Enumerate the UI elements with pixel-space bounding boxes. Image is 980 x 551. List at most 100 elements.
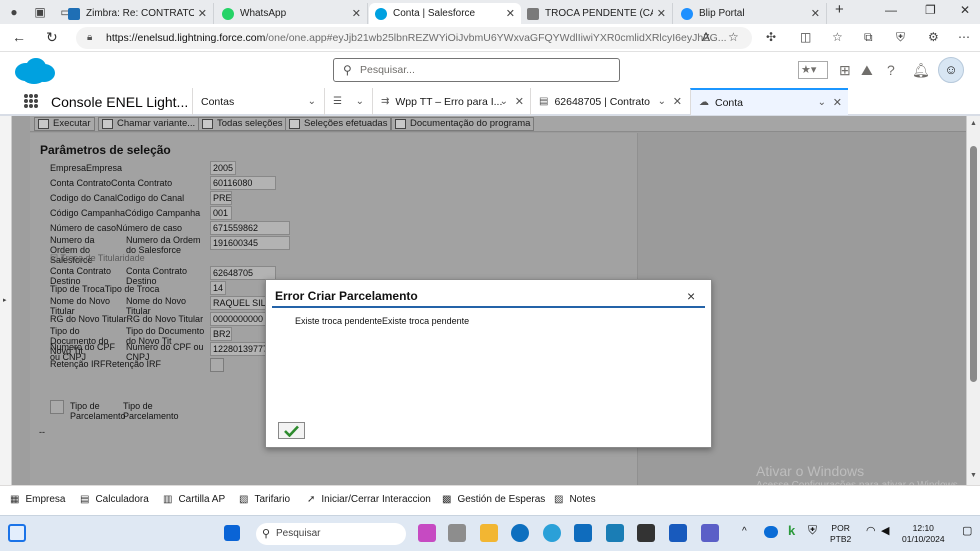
close-icon[interactable]: ✕ [673, 95, 682, 108]
collections-icon[interactable]: ⧉ [864, 30, 873, 45]
field-value-codigo-campanha[interactable]: 001 [210, 206, 232, 220]
todas-selecoes-button[interactable]: Todas seleções [198, 117, 287, 131]
selecoes-efetuadas-button[interactable]: Seleções efetuadas [285, 117, 392, 131]
global-search-input[interactable]: ⚲ Pesquisar... [333, 58, 620, 82]
field-value-numero-ordem[interactable]: 191600345 [210, 236, 290, 250]
chevron-down-icon[interactable]: ⌄ [308, 96, 316, 107]
close-icon[interactable]: ✕ [515, 95, 524, 108]
app-icon[interactable] [448, 524, 466, 542]
browser-tab-blip[interactable]: Blip Portal ✕ [675, 3, 827, 24]
utility-cartilla-ap[interactable]: ▥ Cartilla AP [163, 494, 225, 505]
close-icon[interactable]: ✕ [506, 7, 515, 20]
widgets-icon[interactable] [8, 524, 26, 542]
close-icon[interactable]: ✕ [657, 7, 666, 20]
field-value-tipo-documento[interactable]: BR2 [210, 327, 232, 341]
copilot-icon[interactable] [418, 524, 436, 542]
field-value-codigo-canal[interactable]: PRE [210, 191, 232, 205]
utility-gestion-esperas[interactable]: ▩ Gestión de Esperas [442, 494, 545, 505]
favorites-icon[interactable]: ☆ [832, 30, 843, 44]
app-launcher-icon[interactable] [24, 94, 38, 108]
taskbar-search[interactable]: ⚲ Pesquisar [256, 523, 406, 545]
executar-button[interactable]: Executar [34, 117, 95, 131]
settings-icon[interactable]: ⚙ [928, 30, 939, 44]
minimize-icon[interactable]: — [885, 3, 897, 17]
checkbox-retencao-irf[interactable] [210, 358, 224, 372]
dialog-ok-button[interactable] [278, 422, 305, 439]
scrollbar-thumb[interactable] [970, 146, 977, 382]
trailhead-icon[interactable]: ⛰ [861, 62, 873, 79]
terminal-icon[interactable] [637, 524, 655, 542]
close-icon[interactable]: ✕ [198, 7, 207, 20]
nav-menu-button[interactable]: ☰ ⌄ [324, 88, 372, 115]
vertical-scrollbar[interactable]: ▲ ▼ [966, 116, 980, 485]
edge-browser-icon[interactable] [511, 524, 529, 542]
salesforce-logo[interactable] [12, 57, 56, 85]
notifications-bell-icon[interactable]: 🔔︎ [912, 62, 930, 79]
help-icon[interactable]: ? [887, 62, 895, 78]
field-value-numero-caso[interactable]: 671559862 [210, 221, 290, 235]
field-value-rg-titular[interactable]: 0000000000 [210, 312, 270, 326]
window-close-icon[interactable]: ✕ [960, 3, 970, 17]
volume-icon[interactable]: ◀ [881, 526, 889, 537]
workspaces-icon[interactable]: ▣ [32, 4, 48, 20]
lock-icon[interactable]: 🔒︎ [87, 27, 92, 49]
edge-profile-icon[interactable] [543, 524, 561, 542]
security-icon[interactable]: ⛨ [808, 524, 817, 536]
close-icon[interactable]: ✕ [352, 7, 361, 20]
split-screen-icon[interactable]: ◫ [800, 30, 811, 44]
outlook-icon[interactable] [574, 524, 592, 542]
utility-empresa[interactable]: ▦ Empresa [10, 494, 65, 505]
expand-arrow-icon[interactable]: ▸ [3, 296, 7, 304]
utility-tarifario[interactable]: ▧ Tarifario [239, 494, 290, 505]
onedrive-icon[interactable] [764, 526, 778, 538]
browser-tab-troca-pendente[interactable]: TROCA PENDENTE (CANAL V ✕ [521, 3, 673, 24]
new-tab-button[interactable]: + [835, 1, 844, 18]
windows-start-icon[interactable] [224, 525, 240, 541]
read-aloud-icon[interactable]: A [702, 30, 710, 44]
browser-tab-zimbra[interactable]: Zimbra: Re: CONTRATO DE LI ✕ [62, 3, 214, 24]
field-value-empresa[interactable]: 2005 [210, 161, 236, 175]
chamar-variante-button[interactable]: Chamar variante... [98, 117, 200, 131]
utility-iniciar-interaccion[interactable]: ➚ Iniciar/Cerrar Interaccion [307, 494, 431, 505]
field-value-conta-destino[interactable]: 62648705 [210, 266, 276, 280]
field-value-cpf-cnpj[interactable]: 12280139777 [210, 342, 270, 356]
dialog-close-icon[interactable]: × [687, 288, 695, 304]
checkbox-tipo-parcelamento[interactable] [50, 400, 64, 414]
field-value-tipo-troca[interactable]: 14 [210, 281, 226, 295]
user-avatar[interactable]: ☺ [938, 57, 964, 83]
favorite-icon[interactable]: ☆ [728, 30, 739, 44]
calculator-app-icon[interactable] [606, 524, 624, 542]
field-value-nome-titular[interactable]: RAQUEL SILV [210, 296, 270, 310]
console-tab-conta[interactable]: ☁ Conta ⌄ ✕ [690, 88, 848, 115]
restore-icon[interactable]: ❐ [925, 3, 936, 17]
app-k-icon[interactable]: k [788, 524, 795, 537]
left-collapse-strip[interactable]: ▸ [0, 116, 12, 485]
more-icon[interactable]: ⋯ [958, 30, 970, 44]
back-icon[interactable]: ← [12, 29, 26, 45]
refresh-icon[interactable]: ↻ [46, 29, 58, 46]
browser-tab-whatsapp[interactable]: WhatsApp ✕ [216, 3, 368, 24]
tray-overflow-icon[interactable]: ^ [742, 526, 747, 537]
language-indicator[interactable]: POR PTB2 [830, 523, 851, 545]
close-icon[interactable]: ✕ [833, 96, 842, 109]
nav-object-selector[interactable]: Contas ⌄ [192, 88, 324, 115]
scroll-up-icon[interactable]: ▲ [970, 120, 977, 127]
browser-tab-salesforce[interactable]: Conta | Salesforce ✕ [369, 3, 521, 24]
checkbox-troca-titularidade[interactable]: ☑ Troca de Titularidade [50, 253, 145, 263]
chevron-down-icon[interactable]: ⌄ [658, 96, 666, 107]
notification-center-icon[interactable]: ▢ [962, 526, 972, 537]
shield-icon[interactable]: ⛨ [896, 30, 905, 45]
utility-notes[interactable]: ▨ Notes [554, 494, 596, 505]
favorites-star-icon[interactable]: ★▾ [798, 61, 828, 79]
profile-icon[interactable]: ● [6, 4, 22, 20]
global-actions-icon[interactable]: ⊞ [839, 62, 851, 79]
close-icon[interactable]: ✕ [811, 7, 820, 20]
scroll-down-icon[interactable]: ▼ [970, 472, 977, 479]
word-icon[interactable] [669, 524, 687, 542]
teams-icon[interactable] [701, 524, 719, 542]
file-explorer-icon[interactable] [480, 524, 498, 542]
console-tab-wpp[interactable]: ⇉ Wpp TT – Erro para I... ⌄ ✕ [372, 88, 530, 115]
documentacao-button[interactable]: Documentação do programa [391, 117, 535, 131]
utility-calculadora[interactable]: ▤ Calculadora [80, 494, 149, 505]
chevron-down-icon[interactable]: ⌄ [818, 97, 826, 108]
